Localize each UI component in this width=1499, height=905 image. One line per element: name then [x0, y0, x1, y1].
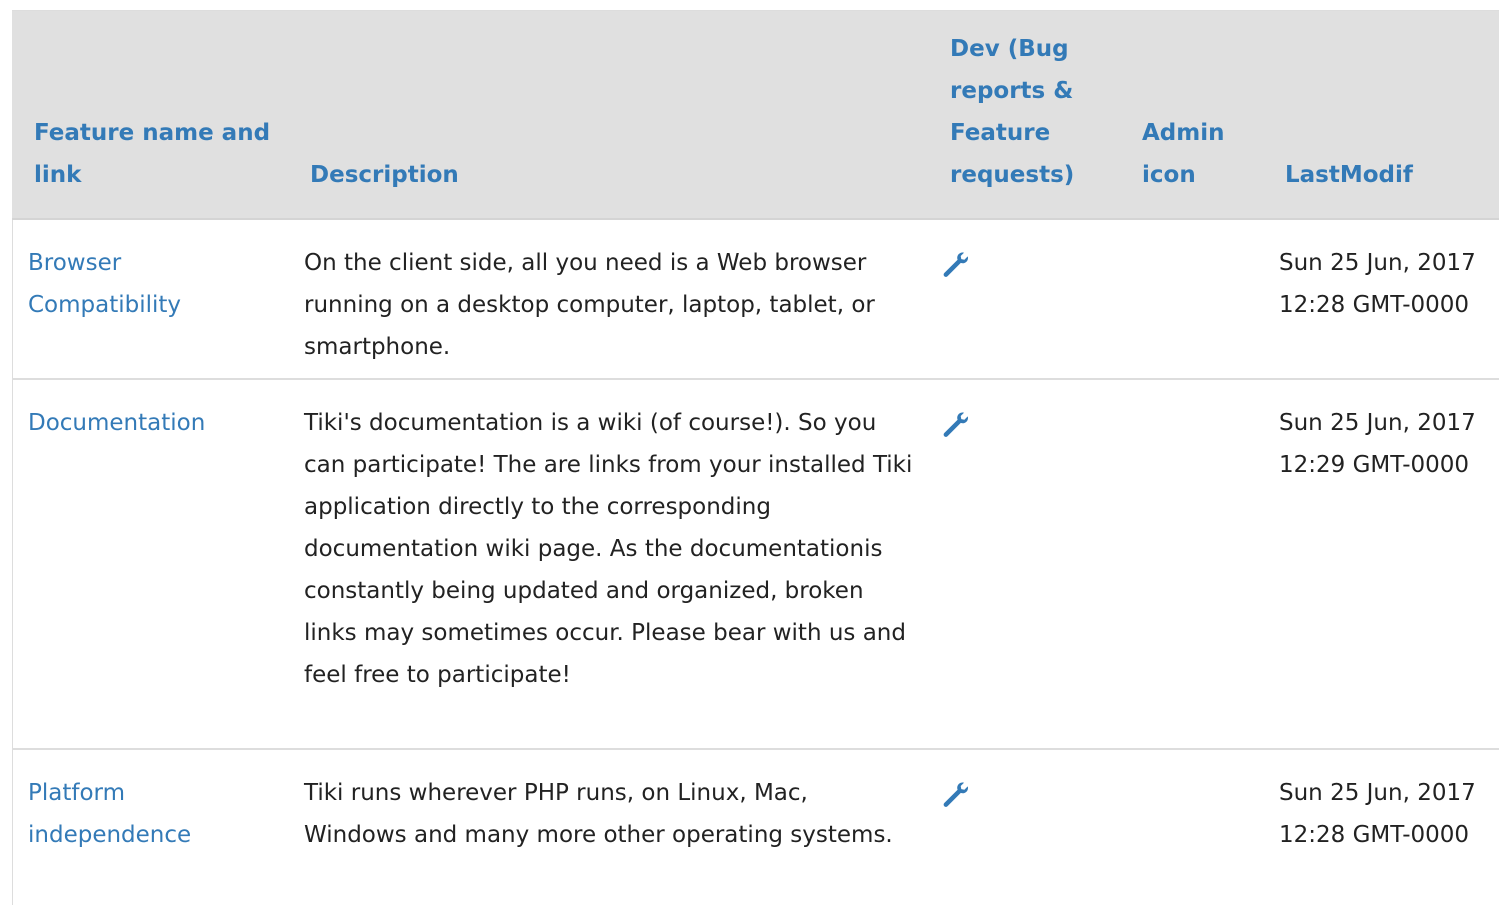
header-row: Feature name and link Description Dev (B…	[12, 11, 1499, 220]
wrench-icon[interactable]	[941, 410, 969, 438]
table-row: Documentation Tiki's documentation is a …	[12, 379, 1499, 750]
lastmodif-cell: Sun 25 Jun, 2017 12:28 GMT-0000	[1263, 219, 1499, 380]
description-cell: Tiki runs wherever PHP runs, on Linux, M…	[288, 749, 925, 905]
admin-cell	[1122, 379, 1263, 750]
feature-name-cell: Browser Compatibility	[12, 219, 288, 380]
feature-name-cell: Platform independence	[12, 749, 288, 905]
column-header-dev[interactable]: Dev (Bug reports & Feature requests)	[925, 11, 1122, 220]
admin-cell	[1122, 219, 1263, 380]
column-header-lastmodif[interactable]: LastModif	[1263, 11, 1499, 220]
features-table: Feature name and link Description Dev (B…	[12, 11, 1499, 905]
feature-link[interactable]: Documentation	[28, 410, 205, 436]
wrench-icon[interactable]	[941, 250, 969, 278]
table-body: Browser Compatibility On the client side…	[12, 219, 1499, 905]
admin-cell	[1122, 749, 1263, 905]
dev-cell	[925, 749, 1122, 905]
column-header-admin-icon[interactable]: Admin icon	[1122, 11, 1263, 220]
feature-name-cell: Documentation	[12, 379, 288, 750]
description-cell: On the client side, all you need is a We…	[288, 219, 925, 380]
page-frame: Feature name and link Description Dev (B…	[0, 0, 1499, 905]
column-header-feature-name[interactable]: Feature name and link	[12, 11, 288, 220]
table-row: Platform independence Tiki runs wherever…	[12, 749, 1499, 905]
lastmodif-cell: Sun 25 Jun, 2017 12:29 GMT-0000	[1263, 379, 1499, 750]
table-header: Feature name and link Description Dev (B…	[12, 11, 1499, 220]
column-header-description[interactable]: Description	[288, 11, 925, 220]
feature-link[interactable]: Browser Compatibility	[28, 250, 181, 318]
description-cell: Tiki's documentation is a wiki (of cours…	[288, 379, 925, 750]
dev-cell	[925, 379, 1122, 750]
table-row: Browser Compatibility On the client side…	[12, 219, 1499, 380]
lastmodif-cell: Sun 25 Jun, 2017 12:28 GMT-0000	[1263, 749, 1499, 905]
feature-link[interactable]: Platform independence	[28, 780, 191, 848]
dev-cell	[925, 219, 1122, 380]
wrench-icon[interactable]	[941, 780, 969, 808]
